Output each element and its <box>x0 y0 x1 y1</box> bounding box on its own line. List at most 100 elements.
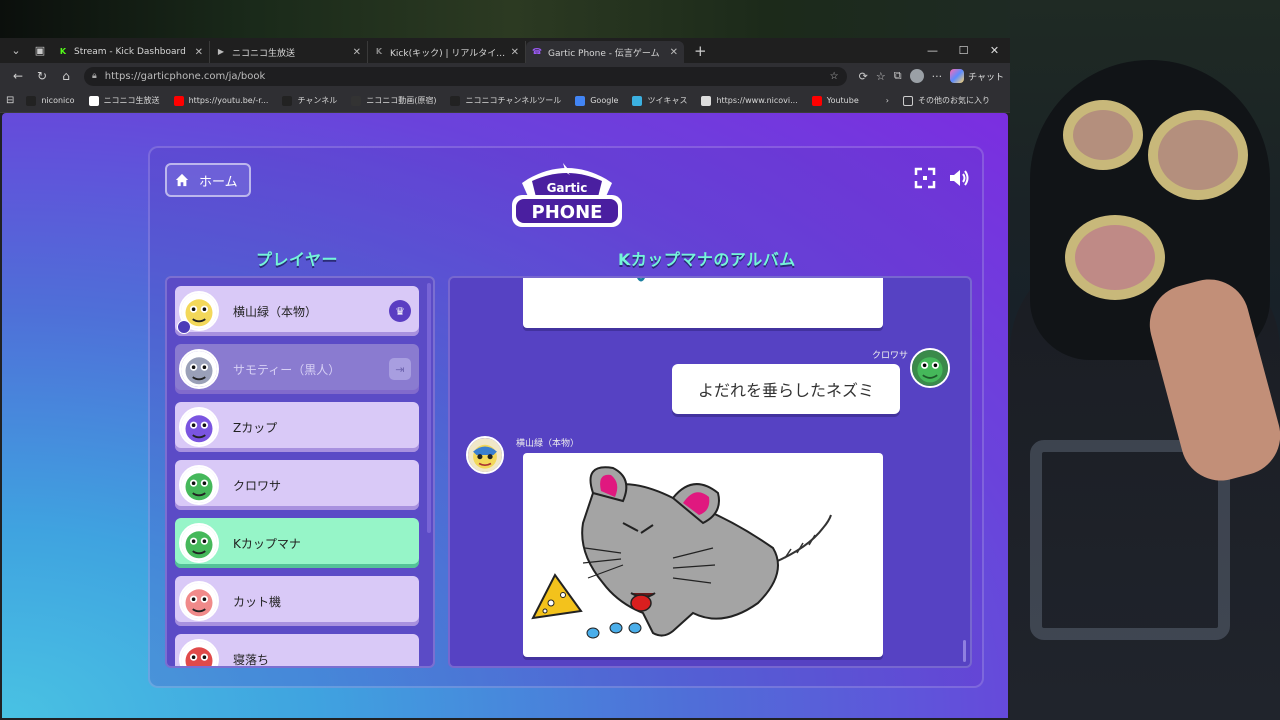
bookmark-item[interactable]: niconico <box>26 95 75 106</box>
bookmark-icon <box>26 95 37 106</box>
player-row[interactable]: カット機 <box>175 576 419 626</box>
logo-phone-text: PHONE <box>532 202 603 223</box>
players-scrollbar[interactable] <box>427 283 431 533</box>
tab-2[interactable]: ▶ ニコニコ生放送 ✕ <box>210 41 368 63</box>
close-tab-icon[interactable]: ✕ <box>670 47 678 58</box>
player-row[interactable]: 横山緑（本物） ♛ <box>175 286 419 336</box>
bookmark-item[interactable]: ツイキャス <box>632 95 687 106</box>
close-tab-icon[interactable]: ✕ <box>511 47 519 58</box>
favorites-icon[interactable]: ☆ <box>876 70 886 83</box>
bookmark-label: ツイキャス <box>647 96 688 105</box>
crown-icon: ♛ <box>389 300 411 322</box>
favorite-star-icon[interactable]: ☆ <box>830 71 839 82</box>
player-row[interactable]: クロワサ <box>175 460 419 510</box>
player-name: サモティー（黒人） <box>233 362 341 377</box>
collections-icon[interactable]: ⧉ <box>894 69 902 83</box>
bookmark-label: ニコニコ生放送 <box>103 96 160 105</box>
bookmark-item[interactable]: ニコニコ生放送 <box>88 95 160 106</box>
top-right-controls <box>914 167 970 189</box>
tab-favicon: ☎ <box>532 47 542 56</box>
tab-title: Stream - Kick Dashboard <box>74 47 186 57</box>
tab-4[interactable]: ☎ Gartic Phone - 伝言ゲーム ✕ <box>526 41 684 63</box>
bookmark-icon <box>173 95 184 106</box>
bookmarks-bar: ⊟ niconico ニコニコ生放送 https://youtu.be/-r... チ… <box>0 89 1010 113</box>
bookmark-label: https://www.nicovi... <box>716 96 798 105</box>
bookmark-item[interactable]: https://youtu.be/-r... <box>173 95 268 106</box>
bookmark-item[interactable]: ニコニコチャンネルツール <box>450 95 561 106</box>
other-bookmarks[interactable]: その他のお気に入り <box>903 95 990 106</box>
player-row[interactable]: 寝落ち <box>175 634 419 667</box>
bookmark-icon <box>282 95 293 106</box>
copilot-label: チャット <box>968 72 1004 83</box>
bookmarks-right: › その他のお気に入り <box>886 95 1004 106</box>
bookmark-label: Youtube <box>826 96 859 105</box>
bookmark-icon <box>811 95 822 106</box>
home-icon[interactable]: ⌂ <box>54 69 78 83</box>
bookmark-icon <box>88 95 99 106</box>
close-window-icon[interactable]: ✕ <box>979 44 1010 57</box>
bookmarks-overflow-icon[interactable]: › <box>886 96 889 105</box>
reload-icon[interactable]: ↻ <box>30 69 54 83</box>
other-bookmarks-label: その他のお気に入り <box>918 96 990 105</box>
workspaces-icon[interactable]: ▣ <box>30 41 50 61</box>
player-avatar <box>179 639 219 666</box>
url-field[interactable]: 🔒︎ https://garticphone.com/ja/book ☆ <box>84 66 847 86</box>
tab-1[interactable]: K Stream - Kick Dashboard ✕ <box>52 41 210 63</box>
house-icon <box>175 173 189 187</box>
maximize-icon[interactable]: ☐ <box>948 44 979 57</box>
players-title: プレイヤー <box>256 250 339 269</box>
close-tab-icon[interactable]: ✕ <box>353 47 361 58</box>
guess-author-avatar <box>910 348 950 388</box>
window-controls: — ☐ ✕ <box>917 44 1010 57</box>
url-text: https://garticphone.com/ja/book <box>104 70 266 82</box>
player-avatar <box>179 407 219 447</box>
home-button[interactable]: ホーム <box>165 163 251 197</box>
player-row[interactable]: Kカップマナ <box>175 518 419 568</box>
bookmark-label: niconico <box>41 96 75 105</box>
tab-favicon: ▶ <box>217 47 225 56</box>
player-avatar <box>179 465 219 505</box>
tab-title: ニコニコ生放送 <box>232 48 296 59</box>
tab-list-icon[interactable]: ⌄ <box>6 41 26 61</box>
fullscreen-icon[interactable] <box>914 167 936 189</box>
player-name: 横山緑（本物） <box>233 304 318 319</box>
bookmark-item[interactable]: チャンネル <box>282 95 337 106</box>
bookmark-item[interactable]: Google <box>575 95 618 106</box>
album-title: Kカップマナのアルバム <box>618 250 796 269</box>
back-icon[interactable]: ← <box>6 69 30 83</box>
player-name: カット機 <box>233 594 282 609</box>
drawing-author-avatar <box>466 436 504 474</box>
bookmark-icon <box>450 95 461 106</box>
tab-title: Kick(キック) | リアルタイムランキング <box>390 48 507 59</box>
player-row[interactable]: サモティー（黒人） ⇥ <box>175 344 419 394</box>
sound-icon[interactable] <box>948 167 970 189</box>
player-avatar <box>179 523 219 563</box>
album-scrollbar[interactable] <box>963 640 966 662</box>
reading-list-icon[interactable]: ⊟ <box>6 95 14 106</box>
player-name: Kカップマナ <box>233 536 301 551</box>
screen: ⌄ ▣ K Stream - Kick Dashboard ✕ ▶ ニコニコ生放送 ✕ K K… <box>0 0 1280 720</box>
mask-left-eye <box>1063 100 1143 170</box>
copilot-button[interactable]: チャット <box>950 69 1004 83</box>
copilot-icon <box>950 69 965 83</box>
bookmark-icon <box>701 95 712 106</box>
bookmark-item[interactable]: Youtube <box>811 95 859 106</box>
toolbar-right: ⟳ ☆ ⧉ ··· チャット <box>859 69 1004 83</box>
close-tab-icon[interactable]: ✕ <box>195 47 203 58</box>
bookmark-label: ニコニコチャンネルツール <box>465 96 562 105</box>
profile-avatar[interactable] <box>909 69 924 83</box>
tab-3[interactable]: K Kick(キック) | リアルタイムランキング ✕ <box>368 41 526 63</box>
players-list: 横山緑（本物） ♛ サモティー（黒人） ⇥ Zカップクロワサ Kカップマナ カット機寝落ち <box>165 276 435 668</box>
more-menu-icon[interactable]: ··· <box>932 70 943 83</box>
player-row[interactable]: Zカップ <box>175 402 419 452</box>
new-tab-button[interactable]: + <box>694 42 707 60</box>
extensions-icon[interactable]: ⟳ <box>859 70 868 83</box>
player-name: クロワサ <box>233 478 282 493</box>
player-name: 寝落ち <box>233 652 270 667</box>
bookmark-item[interactable]: https://www.nicovi... <box>701 95 798 106</box>
guess-bubble: よだれを垂らしたネズミ <box>672 364 900 414</box>
bookmark-item[interactable]: ニコニコ動画(原宿) <box>351 95 436 106</box>
minimize-icon[interactable]: — <box>917 44 948 57</box>
site-info-icon[interactable]: 🔒︎ <box>92 71 97 81</box>
bookmark-list: niconico ニコニコ生放送 https://youtu.be/-r... チャン… <box>26 95 872 106</box>
